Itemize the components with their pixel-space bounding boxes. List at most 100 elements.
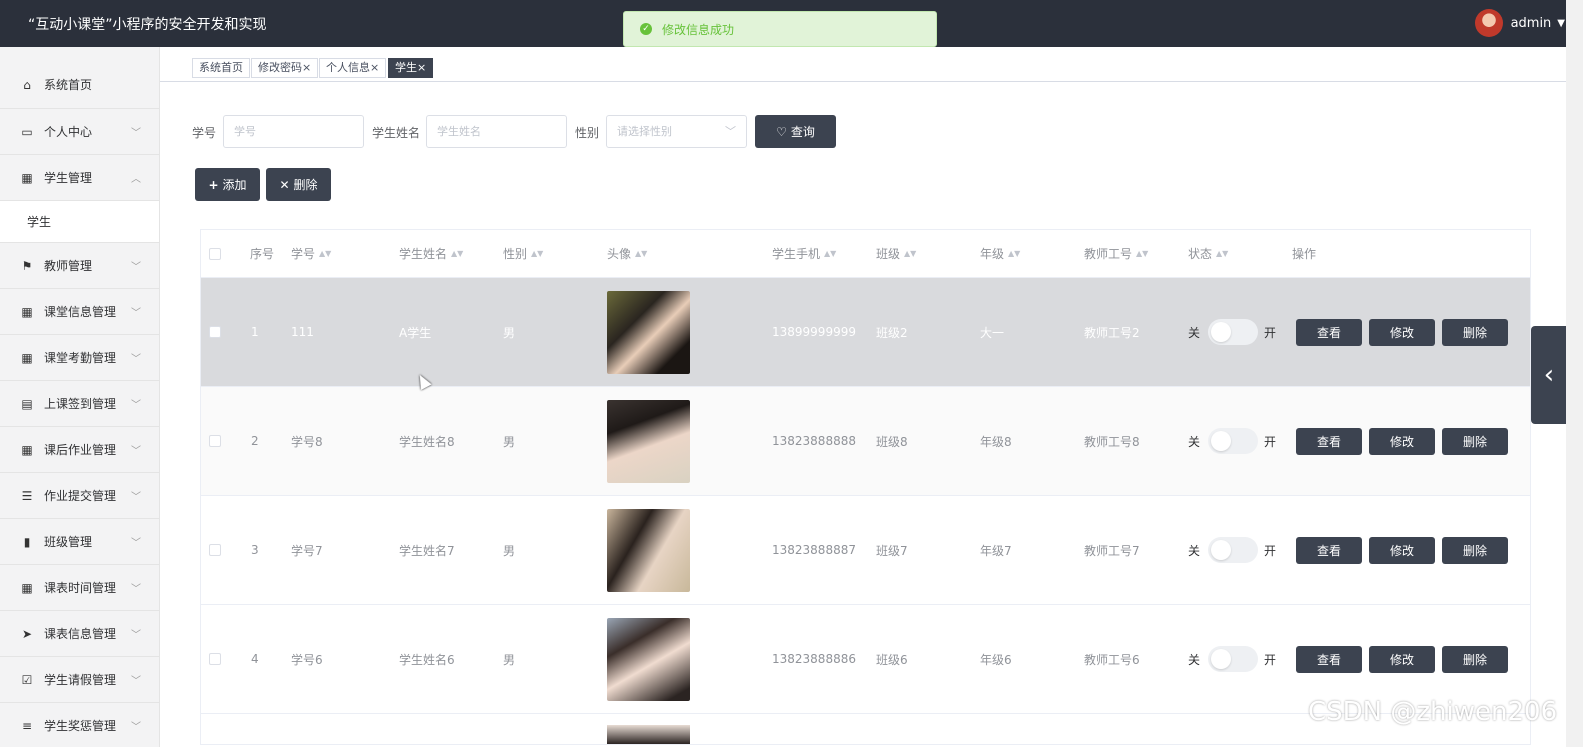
tab-student[interactable]: 学生× (388, 58, 434, 78)
view-button[interactable]: 查看 (1296, 646, 1362, 673)
cell-avatar[interactable] (607, 387, 690, 495)
status-switch[interactable] (1208, 646, 1259, 672)
checklist-icon: ☑ (21, 672, 33, 687)
cell-grade: 大一 (980, 325, 1005, 340)
student-photo[interactable] (607, 290, 690, 374)
gender-select[interactable]: 请选择性别 ﹀ (606, 115, 747, 148)
avatar[interactable] (1474, 9, 1503, 37)
sidebar-item-rewards[interactable]: ≡ 学生奖惩管理 ﹀ (0, 703, 159, 747)
cell-student-no: 学号6 (291, 652, 323, 667)
cell-name: 学生姓名6 (399, 652, 455, 667)
flag-icon: ⚑ (21, 258, 33, 273)
status-switch[interactable] (1208, 428, 1259, 454)
col-class[interactable]: 班级 ▲▼ (876, 230, 916, 277)
cell-teacher-no: 教师工号6 (1084, 652, 1140, 667)
tab-home[interactable]: 系统首页 (192, 58, 250, 78)
table-row[interactable]: 2 学号8 学生姓名8 男 13823888888 班级8 年级8 教师工号8 … (201, 387, 1530, 496)
col-status[interactable]: 状态 ▲▼ (1188, 230, 1228, 277)
status-switch[interactable] (1208, 537, 1259, 563)
sidebar-item-signin[interactable]: ▤ 上课签到管理 ﹀ (0, 381, 159, 427)
edit-button[interactable]: 修改 (1369, 319, 1435, 346)
caret-down-icon[interactable]: ▼ (1557, 18, 1565, 29)
cell-phone: 13899999999 (772, 325, 856, 339)
cell-avatar[interactable] (607, 605, 690, 713)
switch-on-label: 开 (1264, 434, 1277, 449)
edit-button[interactable]: 修改 (1369, 646, 1435, 673)
delete-row-button[interactable]: 删除 (1442, 319, 1508, 346)
status-switch[interactable] (1208, 319, 1259, 345)
sidebar-subitem-student[interactable]: 学生 (0, 201, 159, 243)
sort-icon[interactable]: ▲▼ (1008, 249, 1020, 258)
sidebar-item-label: 班级管理 (44, 535, 93, 549)
tab-change-password[interactable]: 修改密码× (251, 58, 319, 78)
sidebar-item-teachers[interactable]: ⚑ 教师管理 ﹀ (0, 243, 159, 289)
delete-row-button[interactable]: 删除 (1442, 428, 1508, 455)
edit-button[interactable]: 修改 (1369, 428, 1435, 455)
sort-icon[interactable]: ▲▼ (904, 249, 916, 258)
scrollbar[interactable] (1566, 0, 1583, 747)
col-name[interactable]: 学生姓名 ▲▼ (399, 230, 463, 277)
sidebar: ⌂ 系统首页 ▭ 个人中心 ﹀ ▦ 学生管理 ︿ 学生 ⚑ 教师管理 ﹀ ▦ 课… (0, 47, 160, 747)
col-phone[interactable]: 学生手机 ▲▼ (772, 230, 836, 277)
sidebar-item-schedule-time[interactable]: ▦ 课表时间管理 ﹀ (0, 565, 159, 611)
sidebar-item-label: 课后作业管理 (44, 443, 117, 457)
row-checkbox[interactable] (209, 278, 221, 386)
sort-icon[interactable]: ▲▼ (1136, 249, 1148, 258)
delete-button[interactable]: ✕ 删除 (266, 168, 331, 201)
sidebar-item-submission[interactable]: ☰ 作业提交管理 ﹀ (0, 473, 159, 519)
cell-name: A学生 (399, 325, 432, 340)
sort-icon[interactable]: ▲▼ (319, 249, 331, 258)
sidebar-item-classes[interactable]: ▮ 班级管理 ﹀ (0, 519, 159, 565)
col-teacher-no[interactable]: 教师工号 ▲▼ (1084, 230, 1148, 277)
cell-grade: 年级6 (980, 652, 1012, 667)
cell-avatar[interactable] (607, 278, 690, 386)
query-button[interactable]: ♡ 查询 (755, 115, 836, 148)
sidebar-item-home[interactable]: ⌂ 系统首页 (0, 47, 159, 109)
add-button[interactable]: + 添加 (195, 168, 260, 201)
sort-icon[interactable]: ▲▼ (635, 249, 647, 258)
cell-grade: 年级7 (980, 543, 1012, 558)
cell-grade: 年级8 (980, 434, 1012, 449)
sort-icon[interactable]: ▲▼ (531, 249, 543, 258)
edit-button[interactable]: 修改 (1369, 537, 1435, 564)
student-photo[interactable] (607, 399, 690, 483)
sidebar-item-attendance[interactable]: ▦ 课堂考勤管理 ﹀ (0, 335, 159, 381)
row-checkbox[interactable] (209, 387, 221, 495)
sidebar-item-students[interactable]: ▦ 学生管理 ︿ (0, 155, 159, 201)
student-photo[interactable] (607, 617, 690, 701)
sidebar-item-homework[interactable]: ▦ 课后作业管理 ﹀ (0, 427, 159, 473)
student-photo[interactable] (607, 725, 690, 744)
sidebar-item-schedule-info[interactable]: ➤ 课表信息管理 ﹀ (0, 611, 159, 657)
student-name-input[interactable]: 学生姓名 (426, 115, 567, 148)
col-student-no[interactable]: 学号 ▲▼ (291, 230, 331, 277)
sidebar-item-class-info[interactable]: ▦ 课堂信息管理 ﹀ (0, 289, 159, 335)
select-all-checkbox[interactable] (209, 230, 221, 277)
delete-row-button[interactable]: 删除 (1442, 646, 1508, 673)
sort-icon[interactable]: ▲▼ (824, 249, 836, 258)
student-photo[interactable] (607, 508, 690, 592)
delete-row-button[interactable]: 删除 (1442, 537, 1508, 564)
chevron-up-icon: ︿ (131, 174, 141, 185)
student-no-input[interactable]: 学号 (223, 115, 364, 148)
sidebar-item-profile[interactable]: ▭ 个人中心 ﹀ (0, 109, 159, 155)
username[interactable]: admin (1511, 16, 1552, 31)
table-row[interactable]: 1 111 A学生 男 13899999999 班级2 大一 教师工号2 关 开… (201, 278, 1530, 387)
tab-profile[interactable]: 个人信息× (319, 58, 387, 78)
col-gender[interactable]: 性别 ▲▼ (503, 230, 543, 277)
col-grade[interactable]: 年级 ▲▼ (980, 230, 1020, 277)
table-row[interactable]: 3 学号7 学生姓名7 男 13823888887 班级7 年级7 教师工号7 … (201, 496, 1530, 605)
chevron-left-icon[interactable]: ‹ (1531, 326, 1567, 424)
row-checkbox[interactable] (209, 605, 221, 713)
sidebar-item-label: 课表时间管理 (44, 581, 117, 595)
view-button[interactable]: 查看 (1296, 428, 1362, 455)
view-button[interactable]: 查看 (1296, 537, 1362, 564)
user-menu[interactable]: admin ▼ (1474, 9, 1565, 37)
cell-phone: 13823888888 (772, 434, 856, 448)
col-avatar[interactable]: 头像 ▲▼ (607, 230, 647, 277)
row-checkbox[interactable] (209, 496, 221, 604)
sidebar-item-leave[interactable]: ☑ 学生请假管理 ﹀ (0, 657, 159, 703)
sort-icon[interactable]: ▲▼ (1216, 249, 1228, 258)
cell-avatar[interactable] (607, 496, 690, 604)
view-button[interactable]: 查看 (1296, 319, 1362, 346)
sort-icon[interactable]: ▲▼ (451, 249, 463, 258)
